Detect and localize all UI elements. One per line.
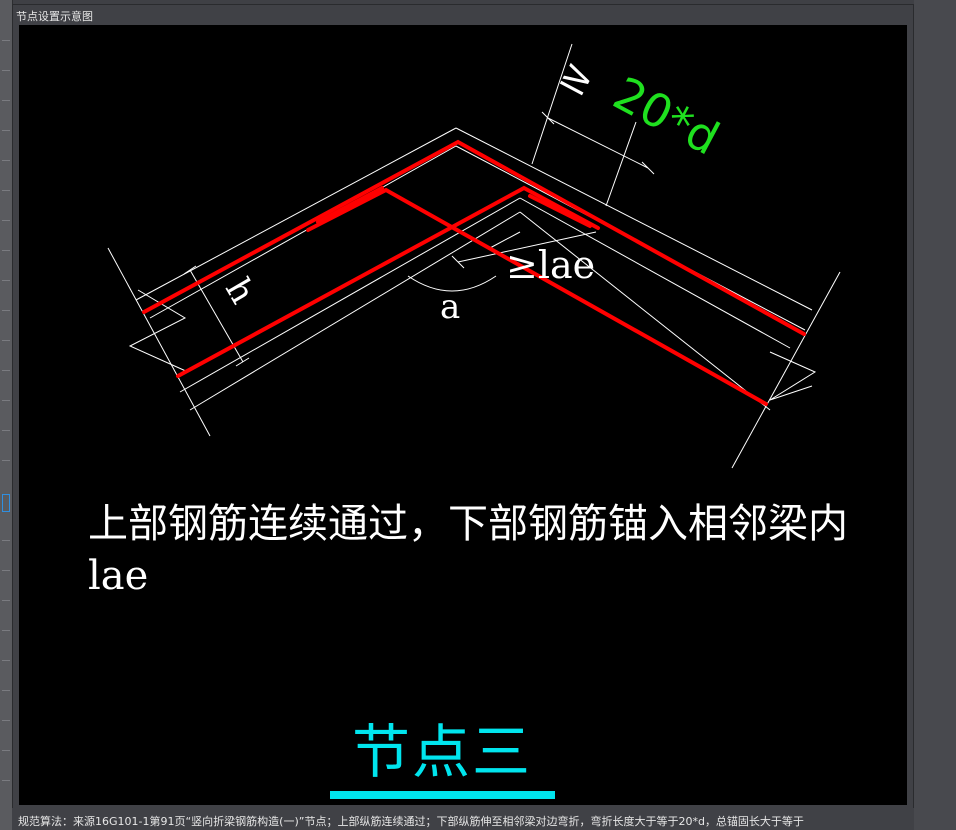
- node-title: 节点三: [352, 718, 533, 786]
- rebar-lines: [142, 139, 806, 406]
- angle-a-label: a: [440, 287, 460, 327]
- dim-lae-label: ≥lae: [506, 243, 595, 287]
- rebar-note: 上部钢筋连续通过，下部钢筋锚入相邻梁内lae: [88, 501, 848, 599]
- node-title-underline: [330, 791, 555, 799]
- status-bar: 规范算法：来源16G101-1第91页“竖向折梁钢筋构造(一)”节点；上部纵筋连…: [12, 808, 914, 830]
- beam-outline: [107, 43, 841, 469]
- status-text: 规范算法：来源16G101-1第91页“竖向折梁钢筋构造(一)”节点；上部纵筋连…: [18, 815, 804, 828]
- dim-h-label: h: [217, 272, 263, 311]
- dim-ge-symbol: ≥: [551, 50, 602, 106]
- dim-20d-label: 20*d: [605, 66, 728, 166]
